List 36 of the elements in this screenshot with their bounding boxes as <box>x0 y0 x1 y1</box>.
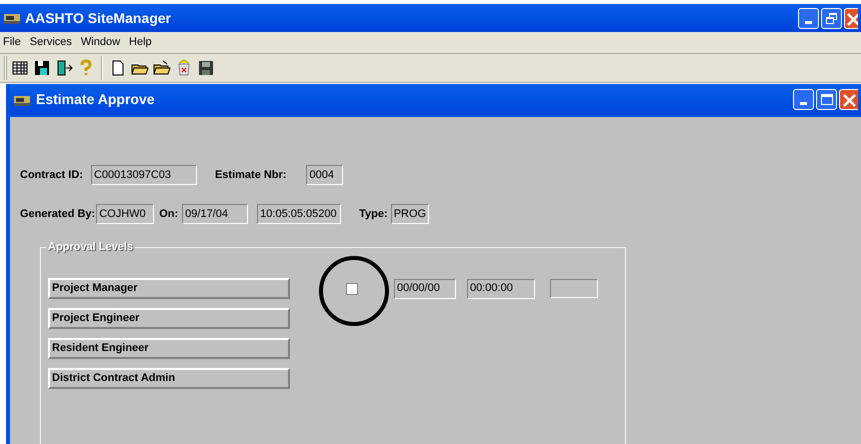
text-field[interactable]: 10:05:05:05200 <box>257 204 342 224</box>
text-field[interactable]: PROG <box>390 204 429 224</box>
minimize-button[interactable] <box>793 89 814 110</box>
text-field[interactable]: C00013097C03 <box>90 165 197 185</box>
grid-icon[interactable] <box>11 59 29 77</box>
text-field[interactable]: COJHW0 <box>96 204 154 224</box>
field-label: Estimate Nbr: <box>214 168 286 183</box>
checkbox[interactable] <box>346 282 358 294</box>
door-arrow-icon[interactable] <box>55 59 73 77</box>
text-field[interactable]: 0004 <box>306 165 344 185</box>
text-field[interactable] <box>550 279 598 298</box>
menu-item[interactable]: File <box>3 34 21 51</box>
window-title: AASHTO SiteManager <box>25 8 171 28</box>
menu-item[interactable]: Help <box>129 34 152 51</box>
maximize-button[interactable] <box>816 89 837 110</box>
close-button[interactable] <box>844 8 858 28</box>
restore-button[interactable] <box>821 8 842 28</box>
text-field[interactable]: 00/00/00 <box>394 278 456 298</box>
approval-button[interactable]: Project Manager <box>48 278 290 299</box>
approval-button[interactable]: Project Engineer <box>48 308 290 329</box>
bulldozer-icon <box>3 11 21 25</box>
field-label: Type: <box>359 206 388 222</box>
field-label: Contract ID: <box>20 168 83 183</box>
minimize-button[interactable] <box>798 8 819 28</box>
close-button[interactable] <box>839 89 858 110</box>
text-field[interactable]: 09/17/04 <box>182 204 248 224</box>
field-label: On: <box>159 206 178 222</box>
menu-item[interactable]: Window <box>80 34 120 51</box>
approval-button[interactable]: Resident Engineer <box>48 338 290 359</box>
text-field[interactable]: 00:00:00 <box>467 278 535 298</box>
folder-open-icon[interactable] <box>153 59 171 77</box>
field-label: Generated By: <box>20 206 96 222</box>
group-title: Approval Levels <box>46 239 135 256</box>
approval-button[interactable]: District Contract Admin <box>48 368 290 389</box>
menu-item[interactable]: Services <box>30 34 72 51</box>
window-title: Estimate Approve <box>36 90 155 109</box>
